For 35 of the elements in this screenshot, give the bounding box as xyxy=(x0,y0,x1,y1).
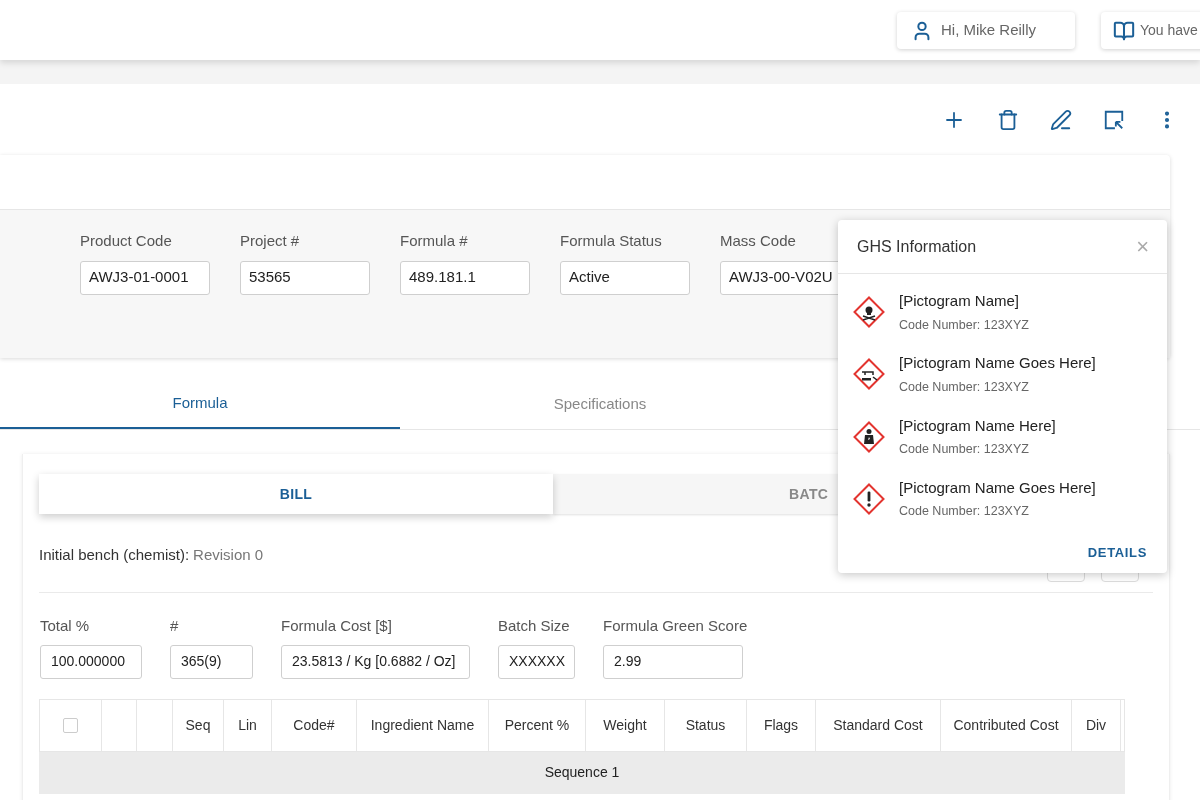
field-label: Mass Code xyxy=(720,231,797,251)
code-number: Code Number: 123XYZ xyxy=(899,316,1029,334)
column-header: Contributed Cost xyxy=(941,699,1072,751)
field-label: # xyxy=(170,616,180,636)
column-header: Percent % xyxy=(489,699,586,751)
column-header: Status xyxy=(665,699,747,751)
pictogram-name: [Pictogram Name Goes Here] xyxy=(899,353,1096,374)
code-number: Code Number: 123XYZ xyxy=(899,441,1030,458)
revision-label: Initial bench (chemist): xyxy=(39,544,190,565)
popover-title: GHS Information xyxy=(857,236,977,257)
column-header: Seq xyxy=(173,699,224,751)
column-header: Weight xyxy=(586,699,665,751)
column-header: Flags xyxy=(747,699,816,751)
column-header: Div xyxy=(1072,699,1121,751)
column-header: Code# xyxy=(272,699,357,751)
user-greeting: Hi, Mike Reilly xyxy=(941,20,1036,41)
pictogram-name: [Pictogram Name Here] xyxy=(899,415,1056,436)
field-label: Formula # xyxy=(400,231,469,251)
pictogram-name: [Pictogram Name] xyxy=(899,291,1021,311)
code-number: Code Number: 123XYZ xyxy=(899,503,1030,521)
column-header: Standard Cost xyxy=(816,699,941,751)
code-number: Code Number: 123XYZ xyxy=(899,378,1030,396)
field-label: Formula Green Score xyxy=(603,616,748,636)
column-header: Lin xyxy=(224,699,272,751)
field-label: Product Code xyxy=(80,231,173,251)
pictogram-name: [Pictogram Name Goes Here] xyxy=(899,477,1096,498)
field-label: Project # xyxy=(240,231,301,251)
group-row: Sequence 1 xyxy=(39,751,1125,794)
revision-value: Revision 0 xyxy=(193,544,264,565)
column-header: Ingredient Name xyxy=(357,699,489,751)
field-label: Formula Cost [$] xyxy=(281,616,393,636)
field-label: Total % xyxy=(40,616,91,636)
notification-text: You have xyxy=(1140,21,1198,40)
field-label: Formula Status xyxy=(560,231,663,251)
field-label: Batch Size xyxy=(498,616,571,636)
